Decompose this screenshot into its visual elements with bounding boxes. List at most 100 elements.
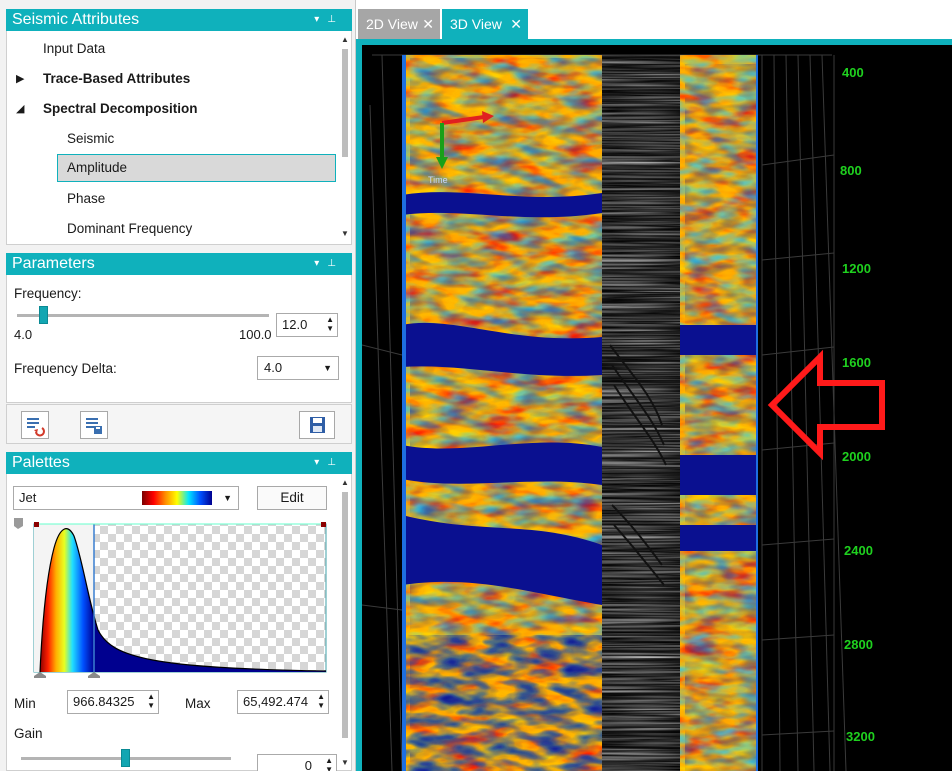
scroll-thumb[interactable] <box>342 492 348 738</box>
gain-slider-thumb[interactable] <box>121 749 130 767</box>
panel-controls[interactable]: ▾⊥ <box>314 253 344 275</box>
tree-item-phase[interactable]: Phase <box>67 185 105 213</box>
tree-item-dominant-frequency[interactable]: Dominant Frequency <box>67 215 192 243</box>
scroll-thumb[interactable] <box>342 49 348 157</box>
dropdown-icon[interactable]: ▾ <box>314 14 327 25</box>
depth-tick-label: 800 <box>840 163 862 178</box>
scroll-down-icon[interactable]: ▼ <box>341 229 349 238</box>
frequency-slider-thumb[interactable] <box>39 306 48 324</box>
palettes-body: Jet ▼ Edit Min 966.84325 ▲ ▼ Max 65,492.… <box>6 474 352 771</box>
frequency-delta-label: Frequency Delta: <box>14 361 117 376</box>
tree-scrollbar[interactable]: ▲ ▼ <box>341 35 349 241</box>
tree-item-label: Input Data <box>43 41 106 56</box>
scroll-up-icon[interactable]: ▲ <box>341 35 349 44</box>
palette-preview <box>142 491 212 505</box>
frequency-min-label: 4.0 <box>14 327 33 342</box>
spinner-arrows-icon[interactable]: ▲ ▼ <box>326 315 334 333</box>
palette-name: Jet <box>19 490 37 505</box>
depth-tick-label: 1600 <box>842 355 871 370</box>
tree-item-spectral-decomposition[interactable]: Spectral Decomposition <box>43 95 198 123</box>
min-spinner[interactable]: 966.84325 ▲ ▼ <box>67 690 159 714</box>
tree-item-label: Amplitude <box>67 160 128 175</box>
gain-spinner[interactable]: 0 ▲ ▼ <box>257 754 337 771</box>
attributes-panel-header: Seismic Attributes ▾⊥ <box>6 9 352 31</box>
spinner-arrows-icon[interactable]: ▲ ▼ <box>317 692 325 710</box>
depth-tick-label: 2400 <box>844 543 873 558</box>
frequency-delta-select[interactable]: 4.0 ▼ <box>257 356 339 380</box>
tab-label: 3D View <box>450 16 502 32</box>
close-icon[interactable]: ✕ <box>510 9 522 39</box>
frequency-max-label: 100.0 <box>239 327 272 342</box>
pin-icon[interactable]: ⊥ <box>327 258 344 269</box>
3d-viewport[interactable]: Time 400 800 1200 1600 2000 2400 2800 32… <box>362 45 952 771</box>
tree-item-seismic[interactable]: Seismic <box>67 125 114 153</box>
edit-palette-button[interactable]: Edit <box>257 486 327 510</box>
parameters-body: Frequency: 4.0 100.0 12.0 ▲ ▼ Frequency D… <box>6 275 352 403</box>
max-spinner[interactable]: 65,492.474 ▲ ▼ <box>237 690 329 714</box>
tree-item-amplitude[interactable]: Amplitude <box>57 154 336 182</box>
collapse-triangle-icon[interactable]: ◢ <box>16 102 24 115</box>
tree-item-label: Dominant Frequency <box>67 221 193 236</box>
tree-item-label: Seismic <box>67 131 115 146</box>
max-label: Max <box>185 696 211 711</box>
chevron-down-icon[interactable]: ▼ <box>323 357 332 379</box>
save-settings-icon <box>86 418 102 434</box>
save-icon <box>310 417 325 433</box>
scroll-down-icon[interactable]: ▼ <box>341 758 349 767</box>
attribute-slab-right <box>680 55 758 771</box>
gain-value[interactable]: 0 <box>305 758 312 771</box>
chevron-down-icon[interactable]: ▼ <box>223 487 232 509</box>
save-button[interactable] <box>299 411 335 439</box>
min-label: Min <box>14 696 36 711</box>
palettes-panel-header: Palettes ▾⊥ <box>6 452 352 474</box>
attribute-toolbar <box>6 404 352 444</box>
gain-label: Gain <box>14 726 43 741</box>
edit-label: Edit <box>280 490 304 505</box>
frequency-delta-value: 4.0 <box>264 360 283 375</box>
frequency-spinner[interactable]: 12.0 ▲ ▼ <box>276 313 338 337</box>
dropdown-icon[interactable]: ▾ <box>314 457 327 468</box>
tab-3d-view[interactable]: 3D View ✕ <box>442 9 528 39</box>
depth-tick-label: 1200 <box>842 261 871 276</box>
spinner-arrows-icon[interactable]: ▲ ▼ <box>325 756 333 771</box>
depth-tick-label: 2800 <box>844 637 873 652</box>
frequency-slider-track[interactable] <box>17 314 269 317</box>
tab-label: 2D View <box>366 16 418 32</box>
depth-tick-label: 400 <box>842 65 864 80</box>
spinner-arrows-icon[interactable]: ▲ ▼ <box>147 692 155 710</box>
panel-controls[interactable]: ▾⊥ <box>314 452 344 474</box>
expand-triangle-icon[interactable]: ▶ <box>16 72 24 85</box>
seismic-slab-middle <box>602 55 680 771</box>
save-settings-button[interactable] <box>80 411 108 439</box>
close-icon[interactable]: ✕ <box>422 9 434 39</box>
pin-icon[interactable]: ⊥ <box>327 14 344 25</box>
tree-item-label: Phase <box>67 191 106 206</box>
reset-button[interactable] <box>21 411 49 439</box>
parameters-panel-header: Parameters ▾⊥ <box>6 253 352 275</box>
view-tabs: 2D View ✕ 3D View ✕ <box>356 0 952 40</box>
dropdown-icon[interactable]: ▾ <box>314 258 327 269</box>
panel-controls[interactable]: ▾⊥ <box>314 9 344 31</box>
tree-item-label: Spectral Decomposition <box>43 101 198 116</box>
depth-axis: 400 800 1200 1600 2000 2400 2800 3200 <box>840 65 875 744</box>
pin-icon[interactable]: ⊥ <box>327 457 344 468</box>
parameters-panel-title: Parameters <box>12 255 95 272</box>
min-value[interactable]: 966.84325 <box>73 694 134 709</box>
palette-histogram-editor[interactable] <box>12 518 332 678</box>
palette-select[interactable]: Jet ▼ <box>13 486 239 510</box>
palettes-scrollbar[interactable]: ▲ ▼ <box>341 478 349 768</box>
depth-tick-label: 2000 <box>842 449 871 464</box>
tab-2d-view[interactable]: 2D View ✕ <box>358 9 440 39</box>
tree-item-trace-based[interactable]: Trace-Based Attributes <box>43 65 190 93</box>
attribute-slab-left <box>402 55 602 771</box>
palettes-panel-title: Palettes <box>12 454 70 471</box>
frequency-label: Frequency: <box>14 286 82 301</box>
max-value[interactable]: 65,492.474 <box>243 694 308 709</box>
scroll-up-icon[interactable]: ▲ <box>341 478 349 487</box>
attributes-panel-title: Seismic Attributes <box>12 11 140 28</box>
frequency-value[interactable]: 12.0 <box>282 317 307 332</box>
attribute-tree: Input Data ▶ Trace-Based Attributes ◢ Sp… <box>6 31 352 245</box>
seismic-3d-scene: Time 400 800 1200 1600 2000 2400 2800 32… <box>362 54 885 771</box>
tree-item-input-data[interactable]: Input Data <box>43 35 105 63</box>
tree-item-label: Trace-Based Attributes <box>43 71 191 86</box>
